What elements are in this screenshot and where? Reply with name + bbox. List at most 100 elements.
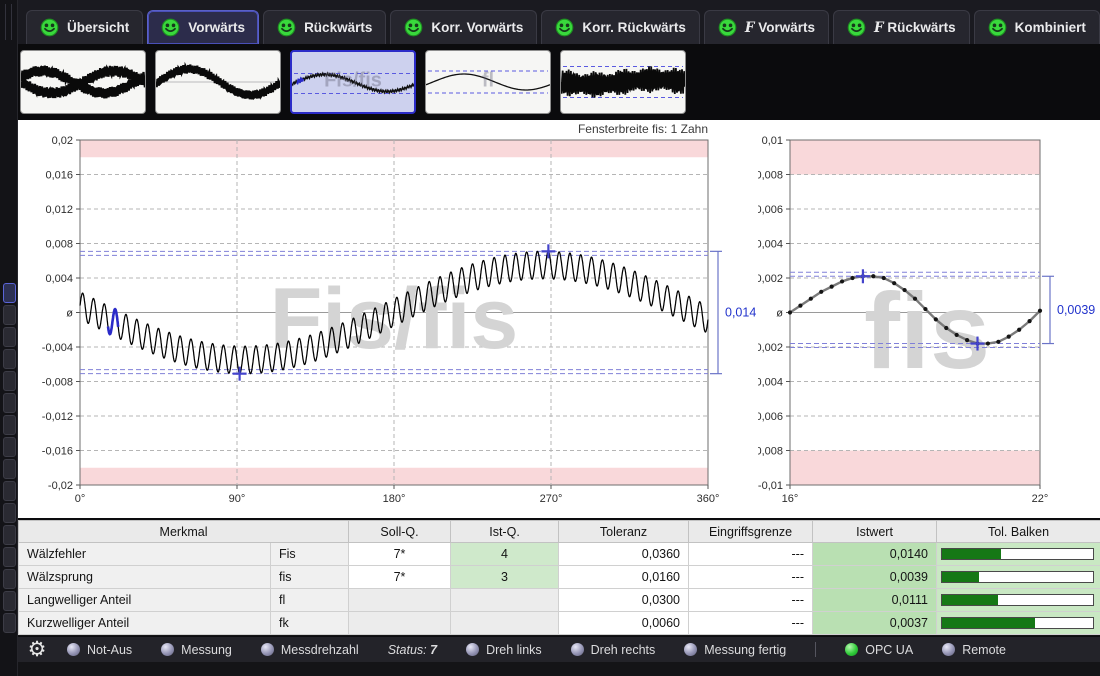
svg-text:-0,016: -0,016 [42,446,73,458]
led-indicator-opc-ua[interactable]: OPC UA [845,643,913,657]
ist-q-cell: 3 [451,566,559,589]
led-gray [67,643,80,656]
gear-icon[interactable]: ⚙ [21,637,53,662]
zoom-chart-fis[interactable]: 0,010,0080,0060,0040,002ø-0,002-0,004-0,… [758,120,1100,518]
toleranz-cell: 0,0160 [559,566,689,589]
smiley-icon [555,18,574,37]
collapsed-panel-button[interactable] [3,481,16,501]
main-chart-Fis[interactable]: 0,020,0160,0120,0080,004ø-0,004-0,008-0,… [18,120,758,518]
table-row[interactable]: Kurzwelliger Anteilfk0,0060---0,0037 [19,612,1100,635]
thumbnail-plot [156,51,280,113]
rail-divider [11,4,12,40]
ist-q-cell [451,589,559,612]
svg-text:0,016: 0,016 [45,170,73,182]
led-gray [571,643,584,656]
table-header-row: MerkmalSoll-Q.Ist-Q.ToleranzEingriffsgre… [19,521,1100,543]
led-indicator-dreh-links[interactable]: Dreh links [466,643,542,657]
collapsed-panel-button[interactable] [3,437,16,457]
thumbnail-5-noise-band[interactable] [560,50,686,114]
collapsed-panel-button[interactable] [3,525,16,545]
tab-korr-r-ckw-rts[interactable]: Korr. Rückwärts [541,10,700,44]
thumbnail-1-overlay-dense[interactable] [20,50,146,114]
status-label: Status: [388,643,427,657]
column-header-soll-q-[interactable]: Soll-Q. [349,521,451,543]
tolerance-bar-track [941,617,1094,629]
collapsed-panel-button[interactable] [3,569,16,589]
collapsed-panel-button[interactable] [3,327,16,347]
thumbnail-4-smooth-flat[interactable]: fl [425,50,551,114]
collapsed-panel-button[interactable] [3,283,16,303]
led-label: Messdrehzahl [281,643,359,657]
ist-q-cell [451,612,559,635]
collapsed-panel-button[interactable] [3,393,16,413]
led-gray [161,643,174,656]
tab--r-ckw-rts[interactable]: F Rückwärts [833,10,970,44]
table-row[interactable]: WälzfehlerFis7*40,0360---0,0140 [19,543,1100,566]
eingriffsgrenze-cell: --- [689,543,813,566]
svg-text:0,002: 0,002 [758,273,783,285]
eingriffsgrenze-cell: --- [689,566,813,589]
tab--bersicht[interactable]: Übersicht [26,10,143,44]
led-indicator-messdrehzahl[interactable]: Messdrehzahl [261,643,359,657]
tab-label: F Rückwärts [874,20,956,36]
column-header-toleranz[interactable]: Toleranz [559,521,689,543]
svg-text:22°: 22° [1032,493,1049,505]
collapsed-panel-button[interactable] [3,459,16,479]
led-green [845,643,858,656]
collapsed-panel-button[interactable] [3,371,16,391]
smiley-icon [404,18,423,37]
column-header-eingriffsgrenze[interactable]: Eingriffsgrenze [689,521,813,543]
window-bottom-strip [18,662,1100,676]
merkmal-cell: Wälzfehler [19,543,271,566]
led-label: Messung [181,643,232,657]
svg-text:ø: ø [66,308,73,320]
table-row[interactable]: Langwelliger Anteilfl0,0300---0,0111 [19,589,1100,612]
led-indicator-not-aus[interactable]: Not-Aus [67,643,132,657]
thumbnail-3-smooth-sine[interactable]: Fis/fis [290,50,416,114]
svg-text:-0,01: -0,01 [758,480,783,492]
tol-balken-cell [937,589,1100,612]
led-indicator-messung-fertig[interactable]: Messung fertig [684,643,786,657]
rail-divider [5,4,6,40]
smiley-icon [40,18,59,37]
svg-text:-0,004: -0,004 [758,377,783,389]
svg-text:0,008: 0,008 [45,239,73,251]
collapsed-panel-button[interactable] [3,305,16,325]
column-header-tol-balken[interactable]: Tol. Balken [937,521,1100,543]
thumbnail-2-dense-sine[interactable] [155,50,281,114]
svg-text:270°: 270° [540,493,563,505]
led-indicator-messung[interactable]: Messung [161,643,232,657]
eingriffsgrenze-cell: --- [689,589,813,612]
collapsed-panel-button[interactable] [3,415,16,435]
tab-kombiniert[interactable]: Kombiniert [974,10,1100,44]
led-indicator-dreh-rechts[interactable]: Dreh rechts [571,643,656,657]
tab-korr-vorw-rts[interactable]: Korr. Vorwärts [390,10,537,44]
collapsed-panel-button[interactable] [3,591,16,611]
soll-q-cell: 7* [349,566,451,589]
svg-text:-0,008: -0,008 [42,377,73,389]
soll-q-cell: 7* [349,543,451,566]
collapsed-panel-button[interactable] [3,349,16,369]
led-label: Not-Aus [87,643,132,657]
results-table-container: MerkmalSoll-Q.Ist-Q.ToleranzEingriffsgre… [18,518,1100,636]
tab-r-ckw-rts[interactable]: Rückwärts [263,10,386,44]
led-gray [942,643,955,656]
collapsed-panel-button[interactable] [3,503,16,523]
tab-vorw-rts[interactable]: Vorwärts [147,10,259,44]
table-row[interactable]: Wälzsprungfis7*30,0160---0,0039 [19,566,1100,589]
left-dock-rail [0,0,18,676]
led-indicator-remote[interactable]: Remote [942,643,1006,657]
svg-text:0,0039: 0,0039 [1057,303,1095,317]
column-header-ist-q-[interactable]: Ist-Q. [451,521,559,543]
tab-label: Rückwärts [304,20,372,35]
thumbnail-plot [426,51,550,113]
svg-text:16°: 16° [782,493,799,505]
column-header-istwert[interactable]: Istwert [813,521,937,543]
tab--vorw-rts[interactable]: F Vorwärts [704,10,829,44]
column-header-merkmal[interactable]: Merkmal [19,521,349,543]
collapsed-panel-button[interactable] [3,613,16,633]
svg-text:0,008: 0,008 [758,170,783,182]
svg-text:ø: ø [776,308,783,320]
svg-text:180°: 180° [383,493,406,505]
collapsed-panel-button[interactable] [3,547,16,567]
